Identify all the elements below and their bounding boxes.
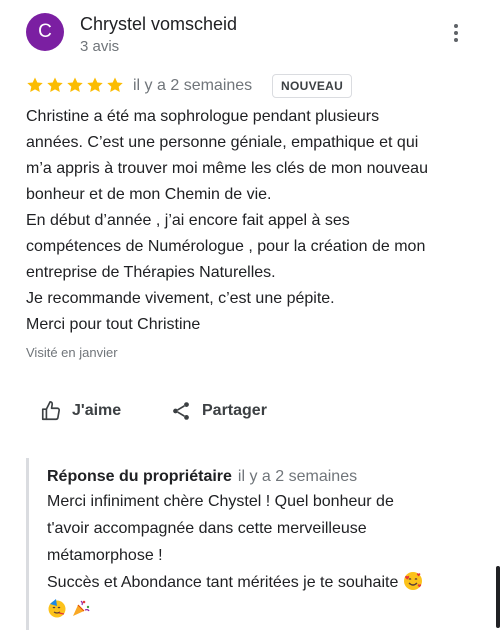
more-options-icon[interactable] <box>446 24 466 48</box>
review-line: entreprise de Thérapies Naturelles. <box>26 264 276 281</box>
review-line: m’a appris à trouver moi même les clés d… <box>26 160 428 177</box>
partying-face-icon <box>48 599 66 618</box>
review-line: compétences de Numérologue , pour la cré… <box>26 238 426 255</box>
share-icon <box>173 402 189 420</box>
reply-line: Merci infiniment chère Chystel ! Quel bo… <box>47 493 394 510</box>
visited-date: Visité en janvier <box>26 345 118 360</box>
reply-emoji-line <box>47 596 487 623</box>
scrollbar[interactable] <box>496 566 500 628</box>
like-button[interactable]: J'aime <box>40 400 121 422</box>
review-line: Je recommande vivement, c’est une pépite… <box>26 290 335 307</box>
author-avatar[interactable]: C <box>26 13 64 51</box>
reply-line: t'avoir accompagnée dans cette merveille… <box>47 520 367 537</box>
review-line: bonheur et de mon Chemin de vie. <box>26 186 272 203</box>
star-icon <box>67 77 83 93</box>
smiling-face-with-hearts-icon <box>403 572 422 590</box>
thumbs-up-icon <box>41 401 61 421</box>
owner-reply-header: Réponse du propriétaire il y a 2 semaines <box>47 468 357 486</box>
author-name[interactable]: Chrystel vomscheid <box>80 14 237 35</box>
star-icon <box>87 77 103 93</box>
star-icon <box>27 77 43 93</box>
star-icon <box>107 77 123 93</box>
new-badge: NOUVEAU <box>272 74 353 98</box>
review-line: Merci pour tout Christine <box>26 316 201 333</box>
owner-reply-text: Merci infiniment chère Chystel ! Quel bo… <box>47 488 487 623</box>
share-label: Partager <box>202 402 267 419</box>
reply-line: Succès et Abondance tant méritées je te … <box>47 569 487 596</box>
share-button[interactable]: Partager <box>170 400 267 422</box>
review-line: En début d’année , j’ai encore fait appe… <box>26 212 350 229</box>
party-popper-icon <box>73 600 90 616</box>
owner-reply-title: Réponse du propriétaire <box>47 468 232 485</box>
reply-line: métamorphose ! <box>47 547 163 564</box>
star-rating <box>26 76 124 94</box>
review-date: il y a 2 semaines <box>133 77 253 94</box>
star-icon <box>47 77 63 93</box>
review-text: Christine a été ma sophrologue pendant p… <box>26 104 488 338</box>
author-review-count: 3 avis <box>80 38 120 55</box>
review-line: Christine a été ma sophrologue pendant p… <box>26 108 380 125</box>
owner-reply-date: il y a 2 semaines <box>237 468 358 485</box>
like-label: J'aime <box>72 402 122 419</box>
review-line: années. C’est une personne géniale, empa… <box>26 134 419 151</box>
reply-divider <box>26 458 29 630</box>
